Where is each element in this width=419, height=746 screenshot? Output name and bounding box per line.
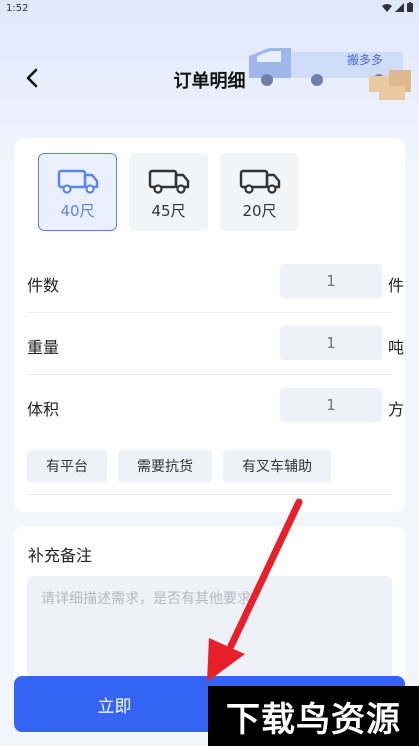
vehicle-options: 40尺 45尺 20尺 bbox=[38, 153, 299, 231]
submit-label: 立即 bbox=[97, 696, 132, 717]
tag-need-carry[interactable]: 需要抗货 bbox=[118, 450, 212, 482]
volume-label: 体积 bbox=[27, 400, 60, 419]
tag-forklift-assist[interactable]: 有叉车辅助 bbox=[223, 450, 331, 482]
vehicle-label: 45尺 bbox=[151, 202, 186, 220]
vehicle-option-20ft[interactable]: 20尺 bbox=[220, 153, 299, 231]
divider bbox=[27, 312, 392, 313]
vehicle-label: 40尺 bbox=[60, 202, 95, 220]
divider bbox=[27, 374, 392, 375]
requirement-tags: 有平台 需要抗货 有叉车辅助 bbox=[27, 450, 331, 482]
battery-icon bbox=[407, 2, 413, 12]
status-icons bbox=[382, 2, 413, 12]
weight-input[interactable] bbox=[280, 326, 382, 360]
notes-title: 补充备注 bbox=[28, 546, 93, 565]
divider bbox=[27, 494, 392, 495]
pieces-label: 件数 bbox=[27, 276, 60, 295]
volume-input[interactable] bbox=[280, 388, 382, 422]
volume-row: 体积 方 bbox=[27, 388, 404, 424]
vehicle-label: 20尺 bbox=[242, 202, 277, 220]
vehicle-option-40ft[interactable]: 40尺 bbox=[38, 153, 117, 231]
order-details-card: 40尺 45尺 20尺 件数 件 重量 bbox=[14, 138, 405, 512]
pieces-row: 件数 件 bbox=[27, 264, 404, 300]
truck-icon bbox=[239, 169, 280, 194]
weight-label: 重量 bbox=[27, 338, 60, 357]
truck-icon bbox=[57, 169, 98, 194]
truck-icon bbox=[148, 169, 189, 194]
pieces-input[interactable] bbox=[280, 264, 382, 298]
status-time: 1:52 bbox=[6, 3, 29, 14]
weight-row: 重量 吨 bbox=[27, 326, 404, 362]
page-title: 订单明细 bbox=[173, 71, 246, 92]
pieces-unit: 件 bbox=[388, 276, 405, 295]
wifi-icon bbox=[382, 3, 392, 12]
watermark: 下载鸟资源 bbox=[208, 686, 419, 746]
status-bar: 1:52 bbox=[0, 0, 419, 18]
vehicle-option-45ft[interactable]: 45尺 bbox=[129, 153, 208, 231]
top-bar: 订单明细 bbox=[0, 58, 419, 98]
tag-has-platform[interactable]: 有平台 bbox=[27, 450, 107, 482]
weight-unit: 吨 bbox=[388, 338, 405, 357]
signal-icon bbox=[395, 2, 404, 12]
volume-unit: 方 bbox=[388, 400, 405, 419]
